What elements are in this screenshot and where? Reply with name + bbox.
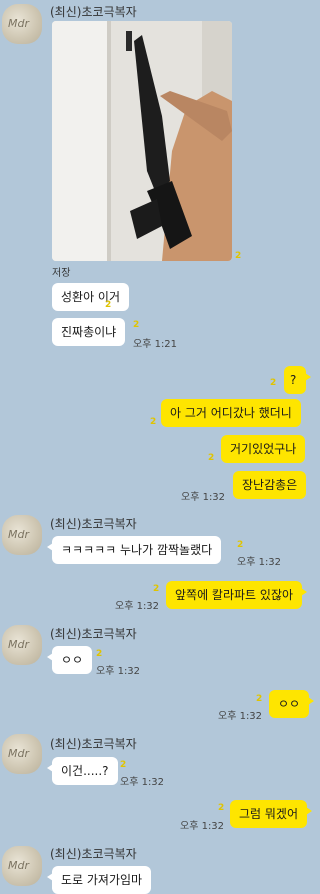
avatar[interactable]: Mdr bbox=[2, 734, 42, 774]
message-time: 오후 1:32 bbox=[237, 557, 282, 568]
message-time: 오후 1:32 bbox=[218, 711, 263, 722]
message-bubble[interactable]: ㅋㅋㅋㅋㅋ 누나가 깜짝놀랬다 bbox=[46, 536, 222, 564]
save-photo-link[interactable]: 저장 bbox=[52, 264, 70, 279]
avatar[interactable]: Mdr bbox=[2, 846, 42, 886]
unread-count: 2 bbox=[96, 649, 103, 659]
sender-name: (최신)초코극복자 bbox=[50, 627, 137, 641]
message-time: 오후 1:32 bbox=[115, 601, 160, 612]
message-bubble[interactable]: 거기있었구나 bbox=[221, 435, 306, 463]
unread-count: 2 bbox=[237, 540, 244, 550]
avatar[interactable]: Mdr bbox=[2, 625, 42, 665]
unread-count: 2 bbox=[153, 584, 160, 594]
message-time: 오후 1:32 bbox=[120, 777, 165, 788]
sender-name: (최신)초코극복자 bbox=[50, 5, 137, 19]
message-bubble[interactable]: 성환아 이거 bbox=[52, 283, 130, 311]
gun-photo-image bbox=[52, 21, 232, 261]
message-time: 오후 1:21 bbox=[133, 339, 178, 350]
unread-count: 2 bbox=[218, 803, 225, 813]
message-bubble[interactable]: ㅇㅇ bbox=[46, 646, 93, 674]
message-bubble[interactable]: 도로 가져가임마 bbox=[46, 866, 152, 894]
message-bubble[interactable]: 그럼 뭐겠어 bbox=[230, 800, 313, 828]
message-time: 오후 1:32 bbox=[180, 821, 225, 832]
message-bubble[interactable]: 아 그거 어디갔나 했더니 bbox=[161, 399, 301, 427]
shared-photo[interactable] bbox=[52, 21, 232, 261]
unread-count: 2 bbox=[235, 251, 242, 261]
message-time: 오후 1:32 bbox=[181, 492, 226, 503]
sender-name: (최신)초코극복자 bbox=[50, 517, 137, 531]
avatar[interactable]: Mdr bbox=[2, 515, 42, 555]
message-bubble[interactable]: ㅇㅇ bbox=[269, 690, 315, 718]
unread-count: 2 bbox=[256, 694, 263, 704]
message-bubble[interactable]: 앞쪽에 칼라파트 있잖아 bbox=[166, 581, 308, 609]
sender-name: (최신)초코극복자 bbox=[50, 737, 137, 751]
message-bubble[interactable]: ? bbox=[284, 366, 311, 394]
unread-count: 2 bbox=[270, 378, 277, 388]
unread-count: 2 bbox=[208, 453, 215, 463]
sender-name: (최신)초코극복자 bbox=[50, 847, 137, 861]
chat-screen: { "chat": { "sender_name": "(최신)초코극복자", … bbox=[0, 0, 319, 894]
unread-count: 2 bbox=[105, 300, 112, 310]
unread-count: 2 bbox=[133, 320, 140, 330]
message-bubble[interactable]: 진짜총이냐 bbox=[52, 318, 126, 346]
message-bubble[interactable]: 이건.....? bbox=[47, 757, 118, 785]
message-bubble[interactable]: 장난감총은 bbox=[233, 471, 307, 499]
avatar[interactable]: Mdr bbox=[2, 4, 42, 44]
message-time: 오후 1:32 bbox=[96, 666, 141, 677]
unread-count: 2 bbox=[120, 760, 127, 770]
unread-count: 2 bbox=[150, 417, 157, 427]
